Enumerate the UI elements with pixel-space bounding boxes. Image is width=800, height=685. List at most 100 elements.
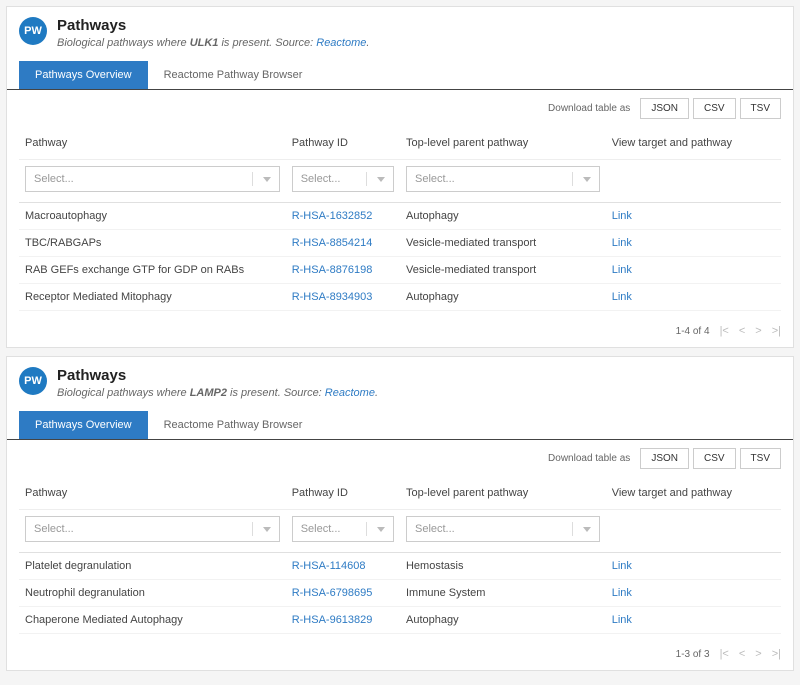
col-pathway: Pathway — [19, 127, 286, 160]
filter-row: Select... Select... Select... — [19, 160, 781, 203]
pager-last-icon[interactable]: >| — [772, 648, 781, 660]
download-csv-button[interactable]: CSV — [693, 448, 736, 469]
cell-pathway-id[interactable]: R-HSA-1632852 — [286, 203, 400, 230]
filter-placeholder: Select... — [301, 523, 341, 535]
table-wrap: PathwayPathway IDTop-level parent pathwa… — [7, 477, 793, 640]
table-row: Receptor Mediated MitophagyR-HSA-8934903… — [19, 284, 781, 311]
cell-parent: Immune System — [400, 580, 606, 607]
cell-view-link[interactable]: Link — [606, 284, 781, 311]
cell-pathway-id[interactable]: R-HSA-8934903 — [286, 284, 400, 311]
filter-select[interactable]: Select... — [406, 166, 600, 192]
download-csv-button[interactable]: CSV — [693, 98, 736, 119]
download-tsv-button[interactable]: TSV — [740, 448, 781, 469]
panel-subtitle: Biological pathways where ULK1 is presen… — [57, 37, 369, 49]
select-divider — [366, 522, 367, 536]
cell-parent: Vesicle-mediated transport — [400, 257, 606, 284]
download-tsv-button[interactable]: TSV — [740, 98, 781, 119]
gene-symbol: ULK1 — [190, 37, 219, 49]
filter-select[interactable]: Select... — [25, 166, 280, 192]
cell-view-link[interactable]: Link — [606, 580, 781, 607]
panel-badge: PW — [19, 17, 47, 45]
pathways-table: PathwayPathway IDTop-level parent pathwa… — [19, 127, 781, 311]
tab-pathways-overview[interactable]: Pathways Overview — [19, 61, 148, 89]
cell-parent: Autophagy — [400, 607, 606, 634]
pager-prev-icon[interactable]: < — [739, 648, 745, 660]
filter-placeholder: Select... — [34, 173, 74, 185]
chevron-down-icon — [263, 527, 271, 532]
filter-placeholder: Select... — [34, 523, 74, 535]
pager-prev-icon[interactable]: < — [739, 325, 745, 337]
filter-select[interactable]: Select... — [292, 166, 394, 192]
select-divider — [572, 522, 573, 536]
select-divider — [252, 522, 253, 536]
download-toolbar: Download table as JSONCSVTSV — [7, 440, 793, 477]
pager-status: 1-4 of 4 — [676, 326, 710, 337]
filter-select[interactable]: Select... — [406, 516, 600, 542]
source-link[interactable]: Reactome — [316, 37, 366, 49]
col-pathway: Pathway — [19, 477, 286, 510]
tab-pathways-overview[interactable]: Pathways Overview — [19, 411, 148, 439]
panel-heading-block: PathwaysBiological pathways where ULK1 i… — [57, 17, 369, 49]
pager-next-icon[interactable]: > — [755, 325, 761, 337]
download-json-button[interactable]: JSON — [640, 98, 689, 119]
source-link[interactable]: Reactome — [325, 387, 375, 399]
panel-badge: PW — [19, 367, 47, 395]
col-view: View target and pathway — [606, 127, 781, 160]
filter-select[interactable]: Select... — [292, 516, 394, 542]
cell-pathway: Neutrophil degranulation — [19, 580, 286, 607]
cell-pathway-id[interactable]: R-HSA-9613829 — [286, 607, 400, 634]
tab-reactome-browser[interactable]: Reactome Pathway Browser — [148, 61, 319, 89]
cell-pathway: RAB GEFs exchange GTP for GDP on RABs — [19, 257, 286, 284]
table-row: Neutrophil degranulationR-HSA-6798695Imm… — [19, 580, 781, 607]
select-divider — [572, 172, 573, 186]
chevron-down-icon — [377, 177, 385, 182]
cell-view-link[interactable]: Link — [606, 230, 781, 257]
select-divider — [366, 172, 367, 186]
panel-subtitle: Biological pathways where LAMP2 is prese… — [57, 387, 378, 399]
gene-symbol: LAMP2 — [190, 387, 227, 399]
cell-pathway-id[interactable]: R-HSA-8854214 — [286, 230, 400, 257]
select-divider — [252, 172, 253, 186]
download-toolbar: Download table as JSONCSVTSV — [7, 90, 793, 127]
cell-pathway: TBC/RABGAPs — [19, 230, 286, 257]
table-header-row: PathwayPathway IDTop-level parent pathwa… — [19, 127, 781, 160]
table-row: TBC/RABGAPsR-HSA-8854214Vesicle-mediated… — [19, 230, 781, 257]
cell-pathway: Platelet degranulation — [19, 553, 286, 580]
cell-view-link[interactable]: Link — [606, 257, 781, 284]
pager-status: 1-3 of 3 — [676, 649, 710, 660]
download-json-button[interactable]: JSON — [640, 448, 689, 469]
pathways-panel: PW PathwaysBiological pathways where ULK1… — [6, 6, 794, 348]
cell-view-link[interactable]: Link — [606, 607, 781, 634]
chevron-down-icon — [377, 527, 385, 532]
chevron-down-icon — [583, 527, 591, 532]
download-label: Download table as — [548, 453, 630, 464]
cell-pathway: Macroautophagy — [19, 203, 286, 230]
pager: 1-4 of 4 |< < > >| — [7, 317, 793, 347]
filter-placeholder: Select... — [415, 523, 455, 535]
pager-next-icon[interactable]: > — [755, 648, 761, 660]
col-top-parent: Top-level parent pathway — [400, 127, 606, 160]
col-top-parent: Top-level parent pathway — [400, 477, 606, 510]
chevron-down-icon — [583, 177, 591, 182]
filter-placeholder: Select... — [415, 173, 455, 185]
pager-first-icon[interactable]: |< — [720, 648, 729, 660]
cell-pathway-id[interactable]: R-HSA-8876198 — [286, 257, 400, 284]
cell-view-link[interactable]: Link — [606, 203, 781, 230]
filter-row: Select... Select... Select... — [19, 510, 781, 553]
cell-view-link[interactable]: Link — [606, 553, 781, 580]
table-row: Platelet degranulationR-HSA-114608Hemost… — [19, 553, 781, 580]
download-label: Download table as — [548, 103, 630, 114]
cell-pathway-id[interactable]: R-HSA-114608 — [286, 553, 400, 580]
cell-pathway-id[interactable]: R-HSA-6798695 — [286, 580, 400, 607]
cell-pathway: Receptor Mediated Mitophagy — [19, 284, 286, 311]
tab-reactome-browser[interactable]: Reactome Pathway Browser — [148, 411, 319, 439]
pager-last-icon[interactable]: >| — [772, 325, 781, 337]
pager-first-icon[interactable]: |< — [720, 325, 729, 337]
cell-parent: Vesicle-mediated transport — [400, 230, 606, 257]
col-pathway-id: Pathway ID — [286, 477, 400, 510]
col-pathway-id: Pathway ID — [286, 127, 400, 160]
panel-title: Pathways — [57, 367, 378, 385]
panel-header: PW PathwaysBiological pathways where ULK1… — [7, 7, 793, 55]
filter-select[interactable]: Select... — [25, 516, 280, 542]
pathways-table: PathwayPathway IDTop-level parent pathwa… — [19, 477, 781, 634]
